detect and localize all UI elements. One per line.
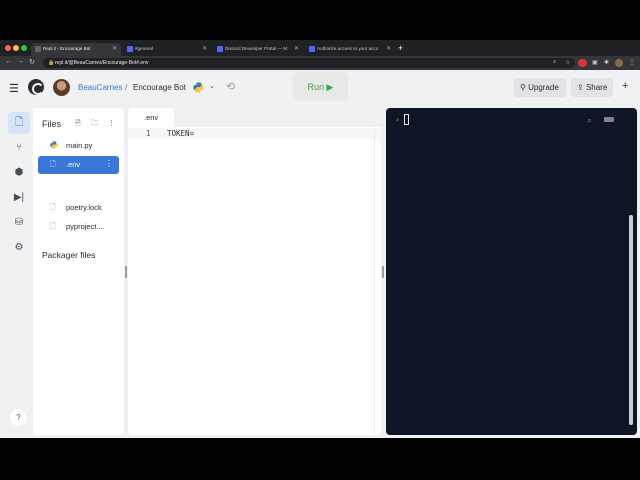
current-line-highlight xyxy=(128,128,381,139)
maximize-window-button[interactable] xyxy=(21,45,27,51)
new-tab-plus-icon[interactable]: + xyxy=(398,43,403,53)
editor-tab-bar: .env xyxy=(128,108,381,127)
code-line[interactable]: TOKEN= xyxy=(167,129,194,138)
editor-ruler xyxy=(374,127,375,435)
puzzle-extensions-icon[interactable]: ✱ xyxy=(604,59,609,66)
minimize-window-button[interactable] xyxy=(13,45,19,51)
more-options-icon[interactable]: ⋮ xyxy=(108,119,115,127)
browser-tab-discord-dev[interactable]: Discord Developer Portal — M ✕ xyxy=(213,43,303,56)
code-editor[interactable]: .env 1 TOKEN= xyxy=(128,108,381,435)
file-icon: 🗋 xyxy=(50,204,56,211)
console-scrollbar[interactable] xyxy=(629,215,633,425)
file-name: .env xyxy=(66,160,81,169)
file-name: main.py xyxy=(66,141,93,150)
search-icon[interactable]: ⌕ xyxy=(553,59,556,66)
reload-icon[interactable]: ↻ xyxy=(29,58,35,66)
close-tab-icon[interactable]: ✕ xyxy=(202,45,207,52)
lock-icon: 🔒 xyxy=(48,60,55,66)
forward-arrow-icon[interactable]: → xyxy=(17,58,24,65)
breadcrumb-separator: / xyxy=(125,83,128,92)
line-number: 1 xyxy=(146,129,151,138)
rocket-icon: ⚲ xyxy=(520,83,526,92)
close-tab-icon[interactable]: ✕ xyxy=(294,45,299,52)
extension-icon[interactable]: ▣ xyxy=(592,59,598,66)
database-icon[interactable]: ⛁ xyxy=(8,212,30,234)
file-item-poetry-lock[interactable]: 🗋 poetry.lock xyxy=(38,199,119,217)
discord-favicon-icon xyxy=(217,46,223,52)
python-language-icon[interactable] xyxy=(193,82,204,93)
upgrade-label: Upgrade xyxy=(528,83,559,92)
screen: Repl.it - Encourage Bot ✕ #general ✕ Dis… xyxy=(0,0,640,480)
file-icon: 🗋 xyxy=(50,161,56,168)
file-item-env[interactable]: 🗋 .env ⋮ xyxy=(38,156,119,174)
new-repl-plus-icon[interactable]: + xyxy=(622,80,628,92)
panel-resize-handle[interactable] xyxy=(382,266,384,278)
browser-window: Repl.it - Encourage Bot ✕ #general ✕ Dis… xyxy=(0,40,640,438)
repl-name[interactable]: Encourage Bot xyxy=(133,83,186,92)
file-name: pyproject.... xyxy=(66,222,105,231)
tab-label: Discord Developer Portal — M xyxy=(225,46,288,51)
tab-label: Repl.it - Encourage Bot xyxy=(43,46,91,51)
file-item-pyproject[interactable]: 🗋 pyproject.... xyxy=(38,218,119,236)
hamburger-menu-icon[interactable]: ☰ xyxy=(9,82,19,95)
upgrade-button[interactable]: ⚲ Upgrade xyxy=(514,78,566,97)
replit-favicon-icon xyxy=(35,46,41,52)
bookmark-star-icon[interactable]: ☆ xyxy=(565,59,570,66)
console-search-icon[interactable]: ⌕ xyxy=(587,115,592,126)
browser-tab-authorize[interactable]: Authorize access to your acco ✕ xyxy=(305,43,395,56)
address-text: repl.it/@BeauCarnes/Encourage-Bot#.env xyxy=(55,60,149,66)
files-title: Files xyxy=(42,119,62,129)
files-panel: Files 🗎 🗀 ⋮ main.py 🗋 .env ⋮ Packager fi… xyxy=(33,108,124,435)
close-tab-icon[interactable]: ✕ xyxy=(386,45,391,52)
file-name: poetry.lock xyxy=(66,203,102,212)
owner-link[interactable]: BeauCarnes xyxy=(78,83,122,92)
console-cursor xyxy=(404,114,409,125)
new-file-icon[interactable]: 🗎 xyxy=(75,119,81,130)
close-tab-icon[interactable]: ✕ xyxy=(112,45,117,52)
discord-favicon-icon xyxy=(309,46,315,52)
user-avatar[interactable] xyxy=(53,79,70,96)
tab-label: #general xyxy=(135,46,153,51)
repl-header: ☰ BeauCarnes / Encourage Bot ⌄ ⟲ Run ▶ ⚲… xyxy=(0,70,640,105)
share-button[interactable]: ⇪ Share xyxy=(571,78,613,97)
tab-strip: Repl.it - Encourage Bot ✕ #general ✕ Dis… xyxy=(0,40,640,56)
history-icon[interactable]: ⟲ xyxy=(226,80,235,93)
file-options-icon[interactable]: ⋮ xyxy=(105,159,113,168)
extension-red-icon[interactable] xyxy=(578,59,587,67)
tab-label: Authorize access to your acco xyxy=(317,46,379,51)
language-chevron-down-icon[interactable]: ⌄ xyxy=(209,82,215,90)
file-icon: 🗋 xyxy=(50,223,56,230)
packages-icon[interactable]: ⬢ xyxy=(8,162,30,184)
panel-resize-handle[interactable] xyxy=(125,266,127,278)
console-prompt: › xyxy=(395,115,400,124)
share-label: Share xyxy=(585,83,608,92)
new-folder-icon[interactable]: 🗀 xyxy=(91,119,98,130)
discord-favicon-icon xyxy=(127,46,133,52)
run-button[interactable]: Run ▶ xyxy=(293,72,348,101)
settings-icon[interactable]: ⚙ xyxy=(8,237,30,259)
url-bar: ← → ↻ 🔒 repl.it/@BeauCarnes/Encourage-Bo… xyxy=(0,56,640,70)
help-button[interactable]: ? xyxy=(10,409,27,426)
console-clear-icon[interactable] xyxy=(604,117,614,122)
address-bar[interactable]: 🔒 repl.it/@BeauCarnes/Encourage-Bot#.env xyxy=(43,58,575,68)
debugger-icon[interactable]: ▶| xyxy=(8,187,30,209)
browser-menu-icon[interactable]: ⋮ xyxy=(629,59,635,66)
close-window-button[interactable] xyxy=(5,45,11,51)
python-icon xyxy=(50,141,58,149)
replit-logo-icon[interactable] xyxy=(28,79,44,95)
file-item-main-py[interactable]: main.py xyxy=(38,137,119,155)
files-icon[interactable]: 🗋 xyxy=(8,112,30,134)
back-arrow-icon[interactable]: ← xyxy=(5,58,12,65)
profile-avatar[interactable] xyxy=(615,59,623,67)
browser-tab-replit[interactable]: Repl.it - Encourage Bot ✕ xyxy=(31,43,121,56)
browser-tab-general[interactable]: #general ✕ xyxy=(123,43,211,56)
version-control-icon[interactable]: ⑂ xyxy=(8,137,30,159)
packager-files-title: Packager files xyxy=(42,250,96,260)
console-panel[interactable]: › ⌕ xyxy=(386,108,637,435)
share-icon: ⇪ xyxy=(577,83,584,92)
editor-tab-env[interactable]: .env xyxy=(128,108,174,127)
